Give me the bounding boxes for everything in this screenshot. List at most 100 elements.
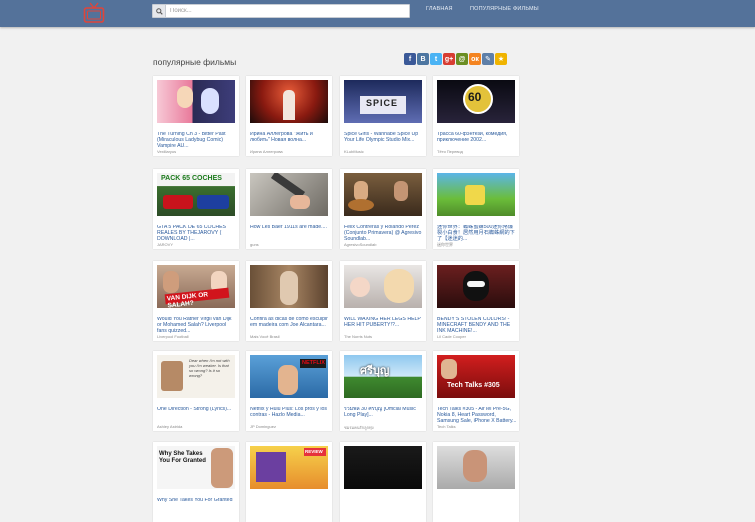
favorites-share-button[interactable]: ★ — [495, 53, 507, 65]
video-card[interactable]: The Turning Ch 3 - Bitter Past (Miraculo… — [153, 76, 239, 156]
video-card[interactable] — [433, 442, 519, 522]
video-title-link[interactable]: รวมพล 30 ศรีบุญ [Official Music Long Pla… — [344, 407, 424, 419]
search-icon — [155, 7, 163, 15]
video-author: The Norris Nuts — [344, 334, 373, 339]
video-card[interactable]: NETFLIX Netflix y Hulu Plus: Los pros y l… — [246, 351, 332, 431]
thumbnail-caption: Dear when I'm not with you I'm weaker. I… — [189, 358, 230, 378]
video-author: KLubMusic — [344, 149, 364, 154]
video-title-link[interactable]: WILL WAXING HER LEGS HELP HER HIT PUBERT… — [344, 317, 424, 329]
odnoklassniki-share-button[interactable]: ок — [469, 53, 481, 65]
thumbnail-caption: REVIEW — [305, 449, 323, 454]
search-box — [152, 4, 410, 18]
video-card[interactable]: How Les Baer 1911s are made.... guns — [246, 169, 332, 249]
video-title-link[interactable]: Ирина Аллегрова "Жить и любить" Новая во… — [250, 132, 330, 144]
video-thumbnail[interactable]: VAN DIJK OR SALAH? — [157, 265, 235, 308]
video-thumbnail[interactable] — [437, 446, 515, 489]
video-thumbnail[interactable] — [250, 80, 328, 123]
thumbnail-caption: Why She Takes You For Granted — [159, 451, 206, 464]
vkontakte-share-button[interactable]: В — [417, 53, 429, 65]
thumbnail-caption: NETFLIX — [302, 360, 325, 366]
google-plus-share-button[interactable]: g+ — [443, 53, 455, 65]
video-thumbnail[interactable]: SPICE — [344, 80, 422, 123]
video-author: AgresivoSoundlab — [344, 242, 377, 247]
video-author: JAROVY — [157, 242, 174, 247]
twitter-icon: t — [434, 55, 438, 63]
video-card[interactable]: VAN DIJK OR SALAH? Would You Rather Virgi… — [153, 261, 239, 341]
facebook-icon: f — [408, 55, 412, 63]
video-title-link[interactable]: 迷你世界：蜘蛛蜜蜂500迷你幣爆裂小白食！居然用月石蜘蛛網的下了【迷迷的... — [437, 225, 517, 242]
video-author: JP Dominguez — [250, 424, 276, 429]
thumbnail-caption: Tech Talks #305 — [447, 382, 500, 389]
video-grid: The Turning Ch 3 - Bitter Past (Miraculo… — [153, 76, 523, 522]
video-author: Liverpool Football — [157, 334, 189, 339]
search-button[interactable] — [153, 5, 166, 17]
odnoklassniki-icon: ок — [471, 55, 479, 63]
video-title-link[interactable]: Would You Rather Virgil van Dijk or Moha… — [157, 317, 237, 334]
video-author: Ирина Аллегрова — [250, 149, 283, 154]
video-thumbnail[interactable]: NETFLIX — [250, 355, 328, 398]
video-card[interactable]: SPICE Spice Girls - Wannabe Spice Up Your… — [340, 76, 426, 156]
video-author: guns — [250, 242, 259, 247]
page-title: популярные фильмы — [153, 57, 237, 67]
thumbnail-caption: ศรีบุญ — [360, 365, 390, 377]
video-thumbnail[interactable]: REVIEW — [250, 446, 328, 489]
video-card[interactable]: WILL WAXING HER LEGS HELP HER HIT PUBERT… — [340, 261, 426, 341]
video-thumbnail[interactable] — [437, 173, 515, 216]
video-card[interactable]: Why She Takes You For Granted Why She Tak… — [153, 442, 239, 522]
video-thumbnail[interactable]: 60 — [437, 80, 515, 123]
thumbnail-caption: PACK 65 COCHES — [161, 175, 222, 182]
video-author: ชมรมคนรักลูกทุ่ง — [344, 425, 374, 430]
video-title-link[interactable]: How Les Baer 1911s are made.... — [250, 225, 330, 231]
video-title-link[interactable]: Трасса 60-фэнтези, комедия, приключение … — [437, 132, 517, 144]
search-input[interactable] — [166, 6, 400, 16]
video-thumbnail[interactable] — [437, 265, 515, 308]
video-title-link[interactable]: Netflix y Hulu Plus: Los pros y los cont… — [250, 407, 330, 419]
share-buttons: f Вt g+ @ ок ✎ ★ — [404, 53, 507, 65]
video-title-link[interactable]: The Turning Ch 3 - Bitter Past (Miraculo… — [157, 132, 237, 149]
video-thumbnail[interactable] — [344, 265, 422, 308]
video-card[interactable]: REVIEW — [246, 442, 332, 522]
video-card[interactable]: Tech Talks #305 Tech Talks #305 - AirTel … — [433, 351, 519, 431]
video-title-link[interactable]: Why She Takes You For Granted — [157, 498, 237, 504]
video-title-link[interactable]: One Direction - Strong (Lyrics)... — [157, 407, 237, 413]
thumbnail-caption: 60 — [468, 90, 482, 104]
video-thumbnail[interactable]: Dear when I'm not with you I'm weaker. I… — [157, 355, 235, 398]
video-card[interactable]: Felix Contreras y Rolando Perez (Conjunt… — [340, 169, 426, 249]
video-title-link[interactable]: Confira as dicas de como esculpir em mad… — [250, 317, 330, 329]
video-author: Vexillaryus — [157, 149, 177, 154]
video-card[interactable]: Confira as dicas de como esculpir em mad… — [246, 261, 332, 341]
livejournal-share-button[interactable]: ✎ — [482, 53, 494, 65]
video-thumbnail[interactable] — [250, 173, 328, 216]
video-card[interactable]: Ирина Аллегрова "Жить и любить" Новая во… — [246, 76, 332, 156]
nav-popular-movies-link[interactable]: ПОПУЛЯРНЫЕ ФИЛЬМЫ — [470, 6, 539, 12]
video-title-link[interactable]: GTA 5 PACK DE 65 COCHES REALES BY THEJAR… — [157, 225, 237, 242]
video-thumbnail[interactable]: PACK 65 COCHES — [157, 173, 235, 216]
google-plus-icon: g+ — [444, 55, 454, 63]
video-thumbnail[interactable]: Tech Talks #305 — [437, 355, 515, 398]
video-thumbnail[interactable] — [250, 265, 328, 308]
myworld-share-button[interactable]: @ — [456, 53, 468, 65]
video-thumbnail[interactable] — [157, 80, 235, 123]
tv-logo-icon[interactable] — [83, 1, 105, 25]
twitter-share-button[interactable]: t — [430, 53, 442, 65]
video-card[interactable] — [340, 442, 426, 522]
video-card[interactable]: 迷你世界：蜘蛛蜜蜂500迷你幣爆裂小白食！居然用月石蜘蛛網的下了【迷迷的... 迷… — [433, 169, 519, 249]
video-card[interactable]: 60 Трасса 60-фэнтези, комедия, приключени… — [433, 76, 519, 156]
video-thumbnail[interactable] — [344, 173, 422, 216]
video-thumbnail[interactable]: Why She Takes You For Granted — [157, 446, 235, 489]
nav-home-link[interactable]: ГЛАВНАЯ — [426, 6, 453, 12]
video-thumbnail[interactable] — [344, 446, 422, 489]
video-card[interactable]: ศรีบุญรวมพล 30 ศรีบุญ [Official Music Lo… — [340, 351, 426, 431]
video-card[interactable]: BENDY'S STOLEN COLORS! - MINECRAFT BENDY… — [433, 261, 519, 341]
facebook-share-button[interactable]: f — [404, 53, 416, 65]
video-card[interactable]: PACK 65 COCHES GTA 5 PACK DE 65 COCHES RE… — [153, 169, 239, 249]
top-navigation-bar: ГЛАВНАЯ ПОПУЛЯРНЫЕ ФИЛЬМЫ — [0, 0, 755, 27]
video-card[interactable]: Dear when I'm not with you I'm weaker. I… — [153, 351, 239, 431]
vkontakte-icon: В — [420, 55, 426, 63]
video-thumbnail[interactable]: ศรีบุญ — [344, 355, 422, 398]
video-title-link[interactable]: BENDY'S STOLEN COLORS! - MINECRAFT BENDY… — [437, 317, 517, 334]
video-author: Mais Você Brasil — [250, 334, 280, 339]
video-title-link[interactable]: Felix Contreras y Rolando Perez (Conjunt… — [344, 225, 424, 242]
video-title-link[interactable]: Spice Girls - Wannabe Spice Up Your Life… — [344, 132, 424, 144]
video-title-link[interactable]: Tech Talks #305 - AirTel Pre-5G, Nokia 8… — [437, 407, 517, 424]
